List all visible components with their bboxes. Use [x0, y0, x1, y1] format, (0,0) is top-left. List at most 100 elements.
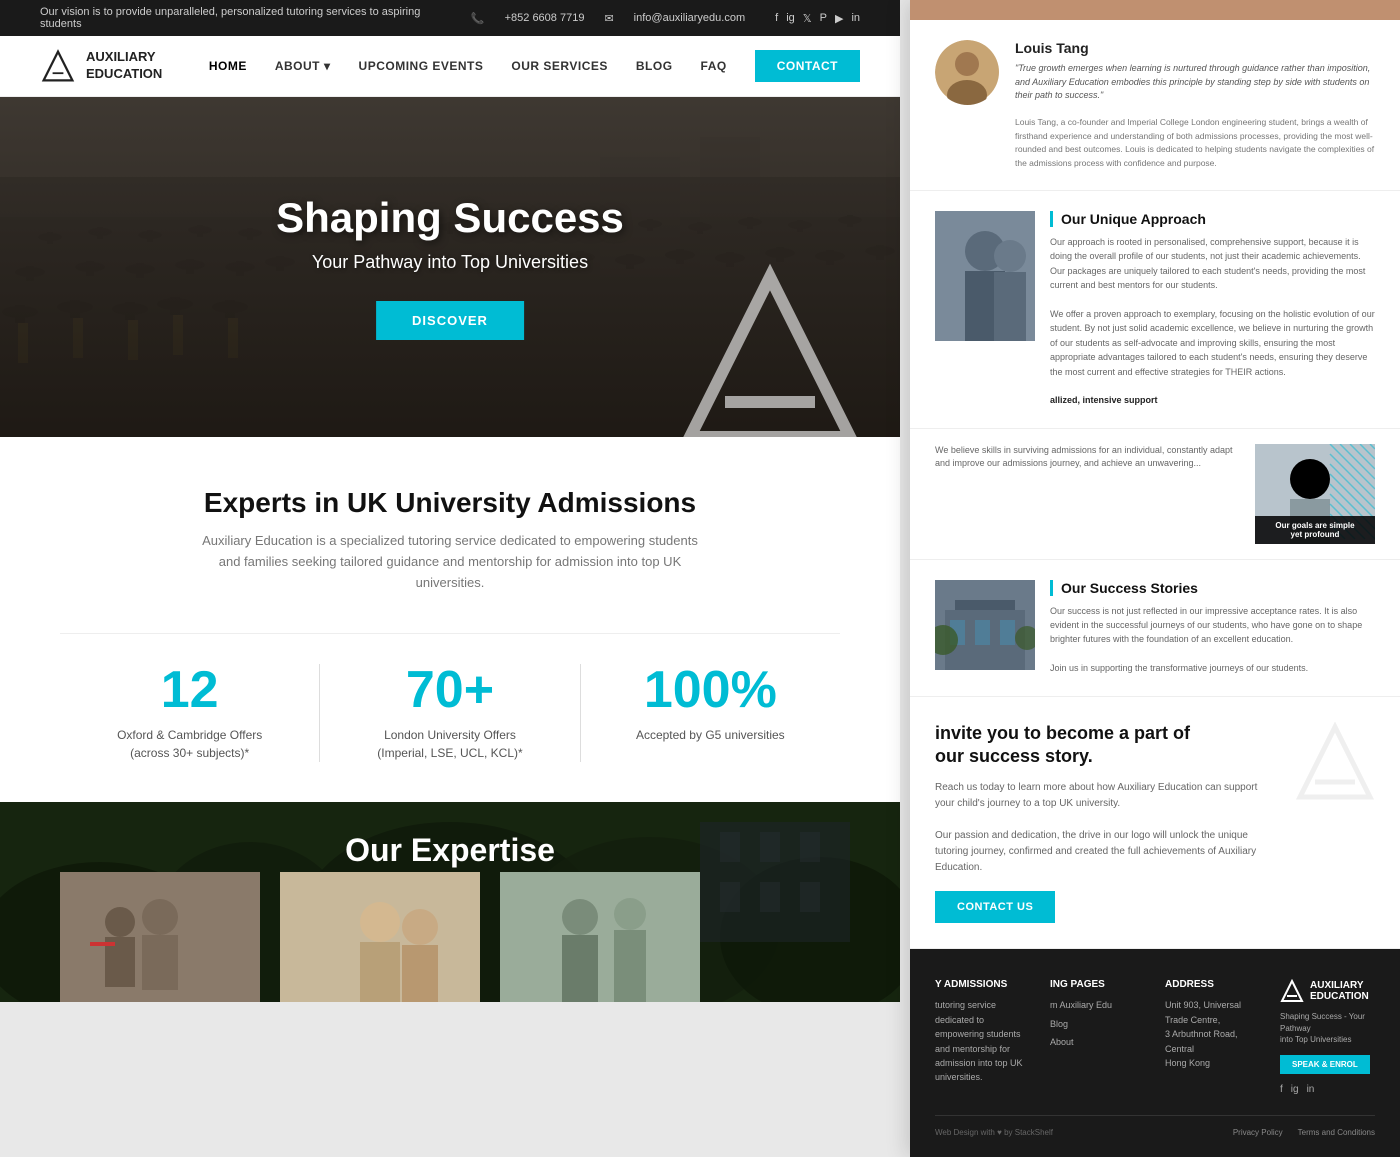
- logo-area: AUXILIARYEDUCATION: [40, 48, 162, 84]
- chevron-down-icon: ▾: [324, 59, 331, 73]
- expertise-section: Our Expertise: [0, 802, 900, 1002]
- hero-content: Shaping Success Your Pathway into Top Un…: [276, 194, 624, 340]
- linkedin-icon[interactable]: in: [851, 12, 860, 24]
- nav-blog[interactable]: BLOG: [636, 59, 673, 73]
- footer-social-icon-1[interactable]: f: [1280, 1084, 1283, 1095]
- footer-logo-area: AUXILIARYEDUCATION: [1280, 979, 1375, 1003]
- footer-tagline: Shaping Success - Your Pathwayinto Top U…: [1280, 1011, 1375, 1045]
- footer-col-brand: AUXILIARYEDUCATION Shaping Success - You…: [1280, 979, 1375, 1095]
- footer-col-admissions: y Admissions tutoring service dedicated …: [935, 979, 1030, 1095]
- nav-faq[interactable]: FAQ: [701, 59, 727, 73]
- email-address: info@auxiliaryedu.com: [634, 12, 745, 24]
- footer-logo-icon: [1280, 979, 1304, 1003]
- cta-inner: invite you to become a part ofour succes…: [935, 722, 1375, 924]
- footer-bottom: Web Design with ♥ by StackShelf Privacy …: [935, 1115, 1375, 1137]
- success-text: Our Success Stories Our success is not j…: [1050, 580, 1375, 676]
- privacy-policy-link[interactable]: Privacy Policy: [1233, 1128, 1283, 1137]
- top-image-partial: [910, 0, 1400, 20]
- stat-label-g5: Accepted by G5 universities: [601, 726, 820, 744]
- goals-section: We believe skills in surviving admission…: [910, 429, 1400, 560]
- footer-social-icons: f ig in: [1280, 1084, 1375, 1095]
- cta-title: invite you to become a part ofour succes…: [935, 722, 1275, 769]
- stats-grid: 12 Oxford & Cambridge Offers(across 30+ …: [60, 633, 840, 762]
- logo-icon: [40, 48, 76, 84]
- hero-title: Shaping Success: [276, 194, 624, 242]
- stat-label-oxford: Oxford & Cambridge Offers(across 30+ sub…: [80, 726, 299, 762]
- footer-nav-item-2[interactable]: Blog: [1050, 1017, 1145, 1031]
- navbar: AUXILIARYEDUCATION HOME ABOUT ▾ UPCOMING…: [0, 36, 900, 97]
- success-body: Our success is not just reflected in our…: [1050, 604, 1375, 676]
- goals-text: We believe skills in surviving admission…: [935, 444, 1240, 471]
- stat-oxford: 12 Oxford & Cambridge Offers(across 30+ …: [60, 664, 319, 762]
- contact-us-button[interactable]: CONTACT US: [935, 891, 1055, 923]
- terms-conditions-link[interactable]: Terms and Conditions: [1298, 1128, 1375, 1137]
- expertise-image-2: [280, 872, 480, 1002]
- footer-social-icon-2[interactable]: ig: [1291, 1084, 1299, 1095]
- footer-copyright: Web Design with ♥ by StackShelf: [935, 1128, 1053, 1137]
- success-heading: Our Success Stories: [1050, 580, 1375, 596]
- footer-nav-item-3[interactable]: About: [1050, 1035, 1145, 1049]
- stats-subtitle: Auxiliary Education is a specialized tut…: [200, 531, 700, 593]
- success-image: [935, 580, 1035, 670]
- goals-badge: Our goals are simpleyet profound: [1255, 516, 1375, 544]
- goals-image: Our goals are simpleyet profound: [1255, 444, 1375, 544]
- stat-number-london: 70+: [340, 664, 559, 716]
- youtube-icon[interactable]: ▶: [835, 12, 843, 25]
- person-avatar: [935, 40, 1000, 105]
- footer-enrol-button[interactable]: SPEAK & ENROL: [1280, 1055, 1370, 1074]
- footer-top: y Admissions tutoring service dedicated …: [935, 979, 1375, 1095]
- nav-our-services[interactable]: OUR SERVICES: [511, 59, 607, 73]
- stat-london: 70+ London University Offers(Imperial, L…: [319, 664, 579, 762]
- success-section: Our Success Stories Our success is not j…: [910, 560, 1400, 697]
- footer-social-icon-3[interactable]: in: [1307, 1084, 1315, 1095]
- stats-section: Experts in UK University Admissions Auxi…: [0, 437, 900, 802]
- approach-body: Our approach is rooted in personalised, …: [1050, 235, 1375, 408]
- expertise-image-3: [500, 872, 700, 1002]
- top-bar: Our vision is to provide unparalleled, p…: [0, 0, 900, 36]
- discover-button[interactable]: DISCOVER: [376, 301, 524, 340]
- footer-col-nav: ing Pages m Auxiliary Edu Blog About: [1050, 979, 1145, 1095]
- twitter-icon[interactable]: 𝕏: [803, 12, 812, 25]
- footer-legal-links: Privacy Policy Terms and Conditions: [1233, 1128, 1375, 1137]
- approach-image: [935, 211, 1035, 341]
- cta-subtitle: Reach us today to learn more about how A…: [935, 780, 1275, 876]
- approach-heading: Our Unique Approach: [1050, 211, 1375, 227]
- stat-label-london: London University Offers(Imperial, LSE, …: [340, 726, 559, 762]
- logo-text: AUXILIARYEDUCATION: [86, 49, 162, 83]
- stat-number-oxford: 12: [80, 664, 299, 716]
- person-name: Louis Tang: [1015, 40, 1375, 56]
- vision-text: Our vision is to provide unparalleled, p…: [40, 6, 441, 30]
- footer-col-address: Address Unit 903, Universal Trade Centre…: [1165, 979, 1260, 1095]
- email-icon: ✉: [604, 12, 613, 25]
- nav-about[interactable]: ABOUT ▾: [275, 59, 331, 73]
- stat-number-g5: 100%: [601, 664, 820, 716]
- approach-inner: Our Unique Approach Our approach is root…: [935, 211, 1375, 408]
- nav-home[interactable]: HOME: [209, 59, 247, 73]
- nav-upcoming-events[interactable]: UPCOMING EVENTS: [359, 59, 484, 73]
- facebook-icon[interactable]: f: [775, 12, 778, 24]
- social-icons: f ig 𝕏 P ▶ in: [775, 12, 860, 25]
- footer-address-title: Address: [1165, 979, 1260, 990]
- contact-info: 📞 +852 6608 7719 ✉ info@auxiliaryedu.com: [471, 12, 745, 25]
- pinterest-icon[interactable]: P: [820, 12, 827, 24]
- hero-section: Shaping Success Your Pathway into Top Un…: [0, 97, 900, 437]
- stat-g5: 100% Accepted by G5 universities: [580, 664, 840, 762]
- footer-admissions-title: y Admissions: [935, 979, 1030, 990]
- person-quote: "True growth emerges when learning is nu…: [1015, 62, 1375, 170]
- stats-title: Experts in UK University Admissions: [60, 487, 840, 519]
- footer-admissions-text: tutoring service dedicated to empowering…: [935, 998, 1030, 1084]
- footer-nav-title: ing Pages: [1050, 979, 1145, 990]
- expertise-images: [0, 872, 900, 1002]
- footer-address-text: Unit 903, Universal Trade Centre,3 Arbut…: [1165, 998, 1260, 1070]
- hero-watermark: [670, 257, 870, 437]
- approach-text: Our Unique Approach Our approach is root…: [1050, 211, 1375, 408]
- nav-links: HOME ABOUT ▾ UPCOMING EVENTS OUR SERVICE…: [209, 50, 860, 82]
- phone-icon: 📞: [471, 12, 485, 25]
- phone-number: +852 6608 7719: [505, 12, 585, 24]
- instagram-icon[interactable]: ig: [786, 12, 795, 24]
- person-card: Louis Tang "True growth emerges when lea…: [910, 20, 1400, 191]
- hero-subtitle: Your Pathway into Top Universities: [276, 252, 624, 273]
- right-panel: Louis Tang "True growth emerges when lea…: [910, 0, 1400, 1157]
- footer-nav-item-1[interactable]: m Auxiliary Edu: [1050, 998, 1145, 1012]
- contact-button[interactable]: CONTACT: [755, 50, 860, 82]
